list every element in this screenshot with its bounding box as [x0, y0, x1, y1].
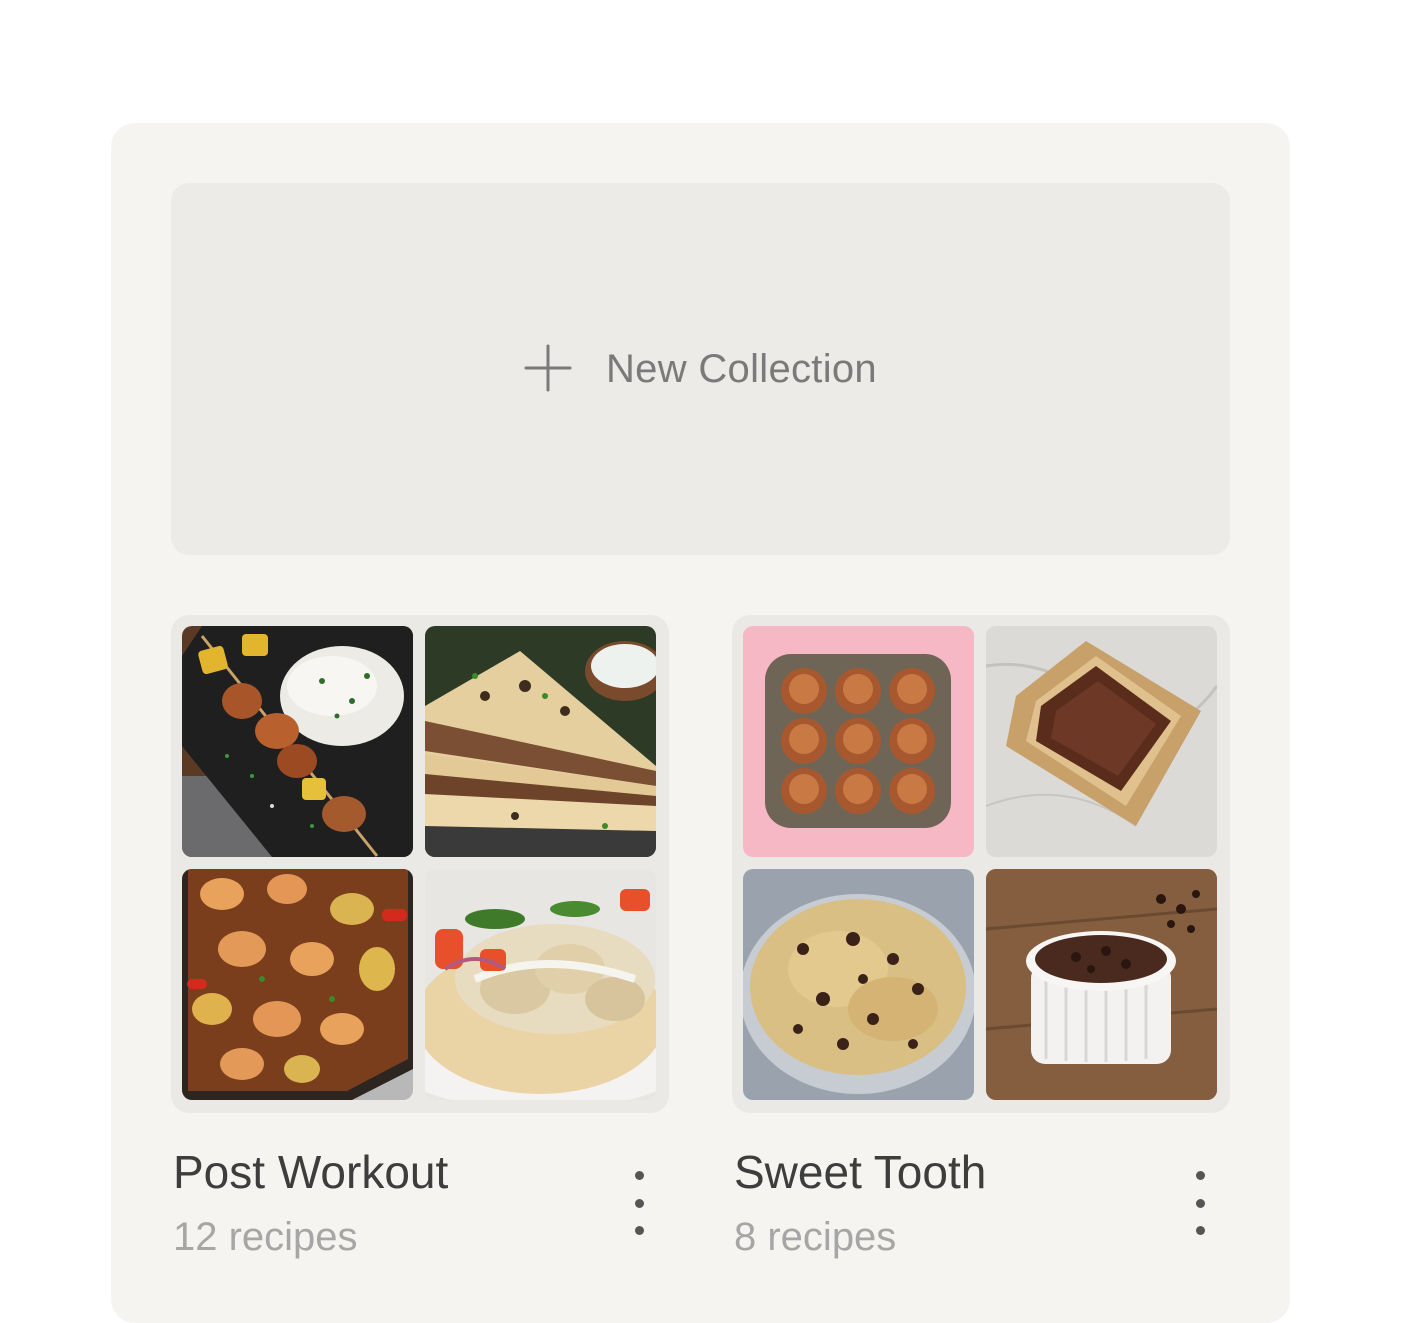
collection-title[interactable]: Sweet Tooth: [734, 1145, 986, 1199]
more-vertical-icon[interactable]: [1180, 1171, 1220, 1235]
recipe-image-shrimp-potatoes: [182, 869, 413, 1100]
recipe-image-muffins: [743, 626, 974, 857]
new-collection-button[interactable]: New Collection: [171, 183, 1230, 555]
collections-panel: New Collection Post Workout 12 recipes S…: [111, 123, 1290, 1323]
collection-card-sweet-tooth[interactable]: Sweet Tooth 8 recipes: [732, 615, 1230, 1259]
recipe-image-chicken-pita: [425, 869, 656, 1100]
collection-cover-mosaic[interactable]: [732, 615, 1230, 1113]
collection-card-post-workout[interactable]: Post Workout 12 recipes: [171, 615, 669, 1259]
recipe-image-mug-cake: [986, 869, 1217, 1100]
collection-cover-mosaic[interactable]: [171, 615, 669, 1113]
recipe-image-brownie-loaf: [986, 626, 1217, 857]
collection-recipe-count: 8 recipes: [734, 1215, 897, 1259]
recipe-image-beef-flatbread: [425, 626, 656, 857]
recipe-image-cookie-dough: [743, 869, 974, 1100]
collection-recipe-count: 12 recipes: [173, 1215, 358, 1259]
more-vertical-icon[interactable]: [619, 1171, 659, 1235]
collection-title[interactable]: Post Workout: [173, 1145, 448, 1199]
new-collection-label: New Collection: [606, 346, 877, 391]
recipe-image-chicken-skewers: [182, 626, 413, 857]
plus-icon: [524, 344, 572, 392]
